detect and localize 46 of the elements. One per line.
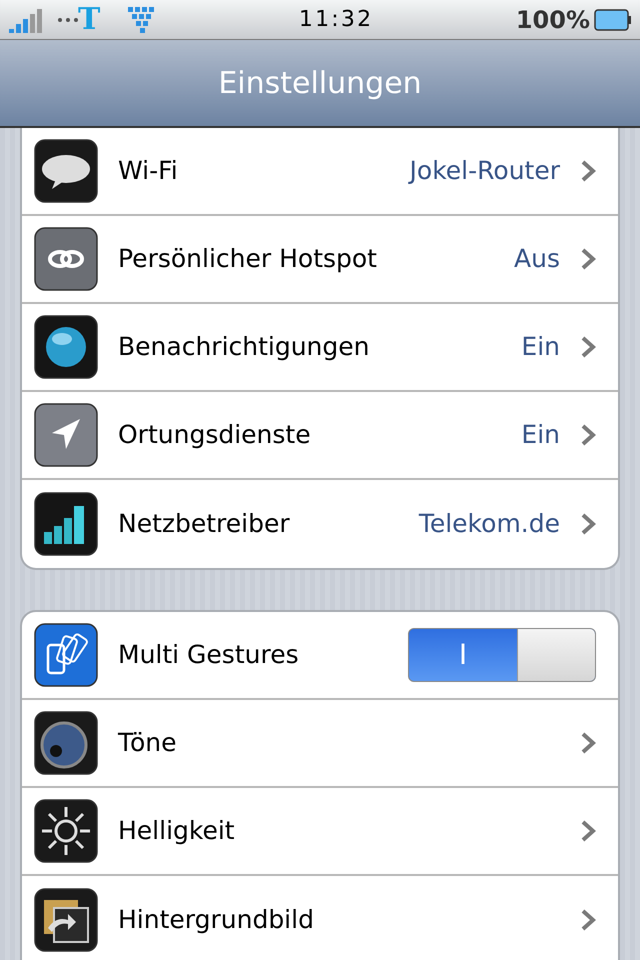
settings-row[interactable]: Netzbetreiber Telekom.de bbox=[22, 480, 618, 568]
clock-text: 11:32 bbox=[298, 6, 374, 34]
glossy-orb-icon bbox=[34, 315, 98, 379]
row-value: Ein bbox=[521, 419, 560, 452]
row-label: Netzbetreiber bbox=[118, 508, 290, 540]
sun-icon bbox=[34, 799, 98, 863]
phones-fan-icon bbox=[34, 623, 98, 687]
row-value: Jokel-Router bbox=[410, 155, 560, 188]
row-label: Wi-Fi bbox=[118, 155, 178, 188]
row-label: Hintergrundbild bbox=[118, 904, 314, 936]
row-value: Aus bbox=[514, 243, 560, 276]
row-label: Töne bbox=[118, 727, 177, 760]
dots-icon bbox=[58, 18, 78, 22]
chevron-icon bbox=[580, 512, 596, 536]
switch-on-label: I bbox=[458, 637, 468, 673]
chevron-icon bbox=[580, 159, 596, 183]
chevron-icon bbox=[580, 335, 596, 359]
chevron-icon bbox=[580, 423, 596, 447]
row-label: Ortungsdienste bbox=[118, 419, 311, 452]
settings-row[interactable]: Wi-Fi Jokel-Router bbox=[22, 128, 618, 216]
settings-row[interactable]: Hintergrundbild bbox=[22, 876, 618, 960]
speaker-icon bbox=[34, 711, 98, 775]
chevron-icon bbox=[580, 819, 596, 843]
settings-row[interactable]: Benachrichtigungen Ein bbox=[22, 304, 618, 392]
chevron-icon bbox=[580, 908, 596, 932]
row-value: Telekom.de bbox=[418, 508, 560, 540]
settings-row[interactable]: Helligkeit bbox=[22, 788, 618, 876]
battery-icon bbox=[594, 8, 632, 32]
settings-row[interactable]: Persönlicher Hotspot Aus bbox=[22, 216, 618, 304]
photos-icon bbox=[34, 888, 98, 952]
row-value: Ein bbox=[521, 331, 560, 364]
row-label: Persönlicher Hotspot bbox=[118, 243, 377, 276]
row-label: Benachrichtigungen bbox=[118, 331, 370, 364]
nav-title: Einstellungen bbox=[218, 64, 422, 102]
chevron-icon bbox=[580, 247, 596, 271]
battery-percent: 100% bbox=[516, 4, 590, 36]
row-label: Helligkeit bbox=[118, 815, 235, 848]
settings-row[interactable]: Multi Gestures I bbox=[22, 612, 618, 700]
signal-bars-icon bbox=[34, 492, 98, 556]
chain-link-icon bbox=[34, 227, 98, 291]
settings-row[interactable]: Töne bbox=[22, 700, 618, 788]
chevron-icon bbox=[580, 731, 596, 755]
carrier-logo: T bbox=[78, 4, 100, 34]
toggle-switch[interactable]: I bbox=[408, 628, 596, 682]
row-label: Multi Gestures bbox=[118, 639, 299, 672]
settings-row[interactable]: Ortungsdienste Ein bbox=[22, 392, 618, 480]
